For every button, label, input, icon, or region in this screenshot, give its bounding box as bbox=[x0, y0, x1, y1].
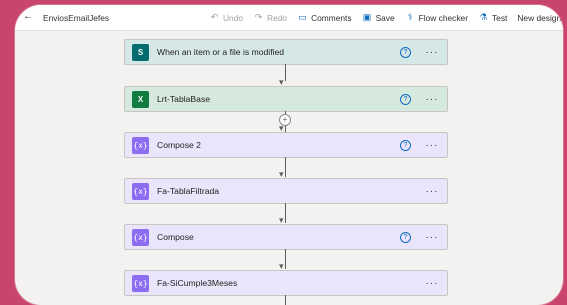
fa-sicumple3meses-card[interactable]: {x} Fa-SiCumple3Meses ··· bbox=[124, 270, 448, 296]
card-title: Lrt-TablaBase bbox=[157, 94, 211, 104]
test-button[interactable]: ⚗ Test bbox=[478, 12, 507, 23]
redo-icon: ↷ bbox=[254, 12, 263, 22]
flow-checker-button[interactable]: ⚕ Flow checker bbox=[405, 12, 468, 23]
more-options-icon[interactable]: ··· bbox=[423, 47, 441, 58]
new-designer-label: New designer bbox=[517, 12, 563, 23]
flow-designer-window: ← EnviosEmailJefes ↶ Undo ↷ Redo ▭ Comme… bbox=[15, 5, 563, 305]
comments-label: Comments bbox=[311, 12, 352, 23]
compose-icon: {x} bbox=[132, 136, 149, 154]
card-title: Fa-TablaFiltrada bbox=[157, 186, 220, 196]
compose-card[interactable]: {x} Compose ? ··· bbox=[124, 224, 448, 250]
flow-name: EnviosEmailJefes bbox=[43, 13, 110, 23]
top-toolbar: ← EnviosEmailJefes ↶ Undo ↷ Redo ▭ Comme… bbox=[15, 5, 563, 31]
undo-button[interactable]: ↶ Undo bbox=[209, 12, 243, 23]
excel-icon: X bbox=[132, 90, 149, 108]
comments-button[interactable]: ▭ Comments bbox=[297, 12, 352, 23]
help-icon[interactable]: ? bbox=[400, 139, 411, 151]
new-designer-toggle[interactable]: New designer bbox=[517, 12, 563, 23]
undo-icon: ↶ bbox=[210, 12, 219, 22]
connector bbox=[284, 64, 286, 81]
connector-line bbox=[284, 64, 286, 81]
connector bbox=[284, 203, 286, 223]
save-label: Save bbox=[375, 12, 395, 23]
compose-2-card[interactable]: {x} Compose 2 ? ··· bbox=[124, 132, 448, 158]
connector-line bbox=[284, 249, 286, 269]
more-options-icon[interactable]: ··· bbox=[423, 232, 441, 243]
stethoscope-icon: ⚕ bbox=[407, 12, 413, 22]
more-options-icon[interactable]: ··· bbox=[423, 186, 441, 197]
comment-icon: ▭ bbox=[298, 12, 307, 22]
card-title: When an item or a file is modified bbox=[157, 47, 285, 57]
flow-checker-label: Flow checker bbox=[418, 12, 468, 23]
save-button[interactable]: ▣ Save bbox=[362, 12, 395, 23]
redo-label: Redo bbox=[267, 12, 288, 23]
card-title: Fa-SiCumple3Meses bbox=[157, 278, 238, 288]
undo-label: Undo bbox=[223, 12, 244, 23]
more-options-icon[interactable]: ··· bbox=[423, 278, 441, 289]
sharepoint-icon: S bbox=[132, 43, 149, 61]
more-options-icon[interactable]: ··· bbox=[423, 94, 441, 105]
connector bbox=[284, 157, 286, 177]
connector-line bbox=[284, 203, 286, 223]
card-title: Compose bbox=[157, 232, 194, 242]
flask-icon: ⚗ bbox=[479, 12, 488, 22]
compose-icon: {x} bbox=[132, 274, 149, 292]
help-icon[interactable]: ? bbox=[400, 93, 411, 105]
compose-icon: {x} bbox=[132, 182, 149, 200]
save-icon: ▣ bbox=[362, 12, 372, 22]
trigger-card[interactable]: S When an item or a file is modified ? ·… bbox=[124, 39, 448, 65]
more-options-icon[interactable]: ··· bbox=[423, 140, 441, 151]
connector-line bbox=[284, 157, 286, 177]
compose-icon: {x} bbox=[132, 228, 149, 246]
fa-tablafiltrada-card[interactable]: {x} Fa-TablaFiltrada ··· bbox=[124, 178, 448, 204]
excel-action-card[interactable]: X Lrt-TablaBase ? ··· bbox=[124, 86, 448, 112]
help-icon[interactable]: ? bbox=[400, 231, 411, 243]
test-label: Test bbox=[492, 12, 508, 23]
card-title: Compose 2 bbox=[157, 140, 201, 150]
back-arrow-icon[interactable]: ← bbox=[23, 11, 33, 22]
help-icon[interactable]: ? bbox=[400, 46, 411, 58]
flow-canvas: S When an item or a file is modified ? ·… bbox=[15, 31, 563, 305]
connector bbox=[284, 249, 286, 269]
toolbar-actions: ↶ Undo ↷ Redo ▭ Comments ▣ Save ⚕ Flow c… bbox=[209, 5, 563, 30]
redo-button[interactable]: ↷ Redo bbox=[253, 12, 287, 23]
